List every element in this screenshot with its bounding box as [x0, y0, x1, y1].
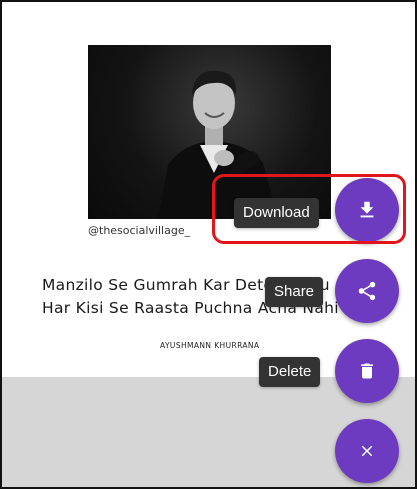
close-icon: [361, 445, 373, 457]
screen: @thesocialvillage_ Manzilo Se Gumrah Kar…: [0, 0, 417, 489]
share-tooltip[interactable]: Share: [265, 277, 324, 307]
delete-button[interactable]: [335, 339, 399, 403]
close-menu-button[interactable]: [335, 419, 399, 483]
share-icon: [358, 281, 376, 301]
delete-tooltip[interactable]: Delete: [259, 357, 321, 387]
trash-icon: [361, 363, 373, 379]
quote-author: AYUSHMANN KHURRANA: [160, 341, 260, 350]
watermark-text: @thesocialvillage_: [88, 224, 191, 237]
share-button[interactable]: [335, 259, 399, 323]
download-highlight-outline: [212, 174, 406, 244]
